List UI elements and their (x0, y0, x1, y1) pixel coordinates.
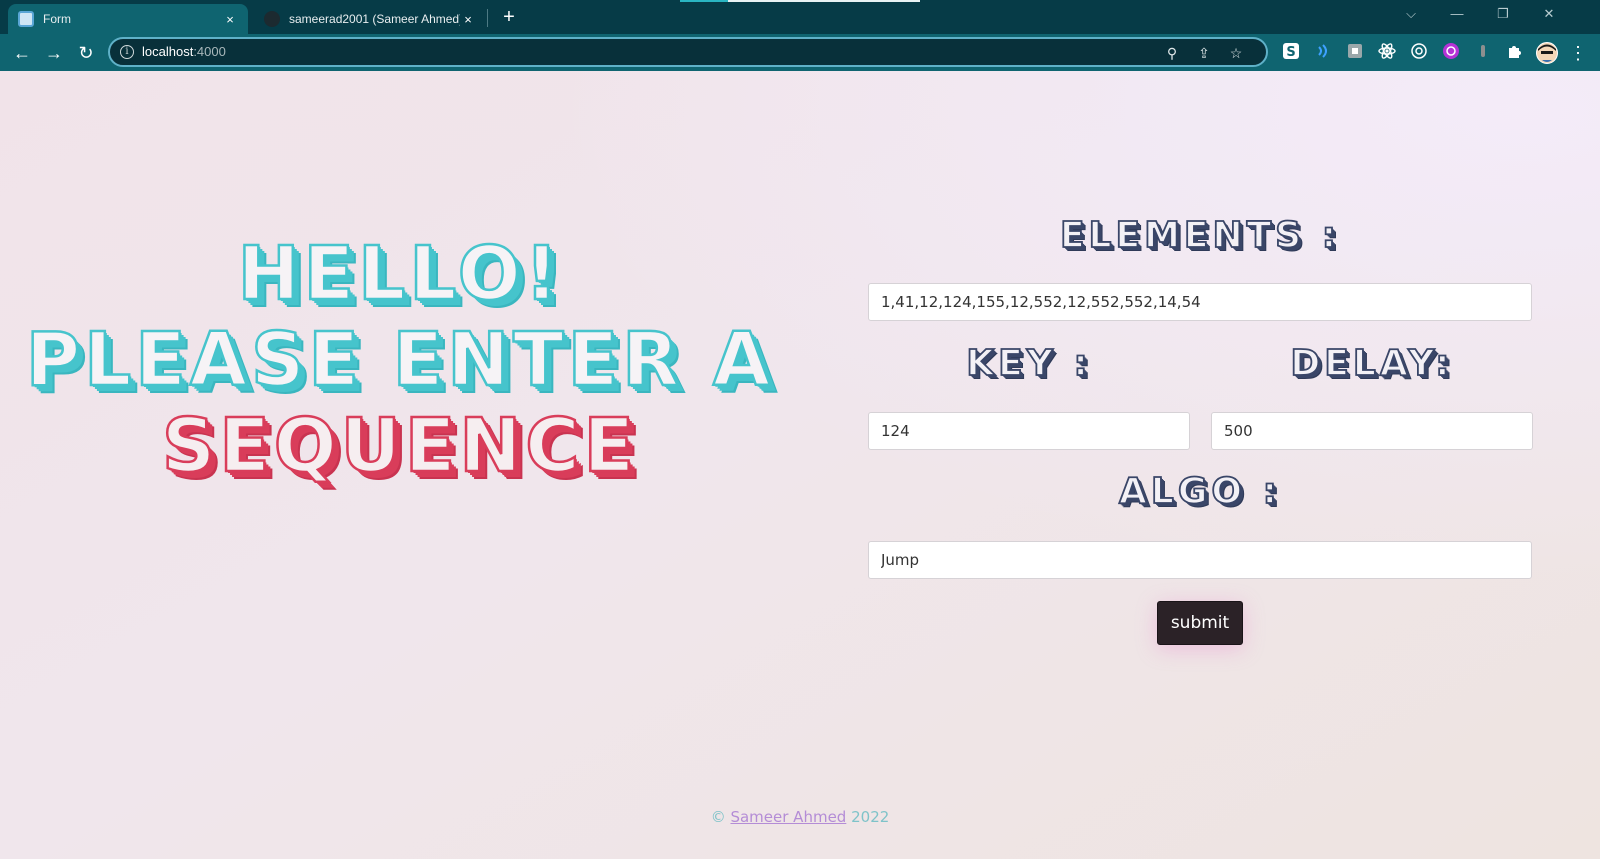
square-extension-icon[interactable] (1344, 42, 1366, 64)
copyright-symbol: © (710, 808, 726, 826)
elements-label: ELEMENTS : (1059, 214, 1341, 257)
audio-extension-icon[interactable] (1312, 42, 1334, 64)
hero-line-hello: HELLO! (236, 230, 563, 319)
purple-extension-icon[interactable] (1440, 42, 1462, 64)
loading-indicator (680, 0, 920, 2)
hero-line-please-enter: PLEASE ENTER A (25, 316, 775, 405)
browser-toolbar: ← → ↻ i localhost:4000 ⚲ ⇪ ☆ S ⋮ (0, 34, 1600, 71)
tab-search-icon[interactable]: ⌵ (1388, 0, 1434, 30)
share-icon[interactable]: ⇪ (1194, 43, 1214, 63)
tab-form[interactable]: Form × (8, 4, 248, 34)
back-button[interactable]: ← (8, 39, 36, 67)
zoom-icon[interactable]: ⚲ (1162, 43, 1182, 63)
extensions-puzzle-icon[interactable] (1504, 42, 1526, 64)
react-devtools-icon[interactable] (1376, 42, 1398, 64)
s-extension-icon[interactable]: S (1280, 42, 1302, 64)
key-input[interactable] (868, 412, 1190, 450)
minimize-button[interactable]: — (1434, 0, 1480, 30)
submit-button[interactable]: submit (1157, 601, 1243, 645)
browser-menu-icon[interactable]: ⋮ (1564, 39, 1592, 67)
delay-label: DELAY: (1290, 342, 1454, 385)
hero-line-sequence: SEQUENCE (161, 402, 639, 491)
author-link[interactable]: Sameer Ahmed (730, 808, 846, 826)
reload-button[interactable]: ↻ (72, 39, 100, 67)
key-label: KEY : (965, 342, 1092, 385)
page-favicon-icon (18, 11, 34, 27)
new-tab-button[interactable]: + (498, 4, 520, 30)
footer-year: 2022 (851, 808, 890, 826)
tab-divider (487, 9, 488, 27)
profile-avatar[interactable] (1536, 42, 1558, 64)
github-favicon-icon (264, 11, 280, 27)
target-extension-icon[interactable] (1408, 42, 1430, 64)
bookmark-star-icon[interactable]: ☆ (1226, 43, 1246, 63)
svg-text:S: S (1286, 45, 1295, 60)
footer: © Sameer Ahmed 2022 (0, 808, 1600, 826)
restore-button[interactable]: ❐ (1480, 0, 1526, 30)
close-tab-icon[interactable]: × (460, 12, 476, 27)
algo-label: ALGO : (1118, 470, 1281, 513)
delay-input[interactable] (1211, 412, 1533, 450)
close-window-button[interactable]: ✕ (1526, 0, 1572, 30)
algo-input[interactable] (868, 541, 1532, 579)
close-tab-icon[interactable]: × (222, 12, 238, 27)
browser-tab-strip: Form × sameerad2001 (Sameer Ahmed) × + ⌵… (0, 0, 1600, 34)
tab-title: Form (43, 12, 71, 26)
tab-github[interactable]: sameerad2001 (Sameer Ahmed) × (254, 4, 486, 34)
site-info-icon[interactable]: i (120, 45, 134, 59)
elements-input[interactable] (868, 283, 1532, 321)
tab-title: sameerad2001 (Sameer Ahmed) (289, 12, 460, 26)
url-text[interactable]: localhost:4000 (142, 44, 226, 59)
page-body: HELLO! PLEASE ENTER A SEQUENCE ELEMENTS … (0, 71, 1600, 859)
address-bar[interactable]: i localhost:4000 ⚲ ⇪ ☆ (108, 37, 1268, 67)
dropper-extension-icon[interactable] (1472, 42, 1494, 64)
forward-button[interactable]: → (40, 39, 68, 67)
hero-heading: HELLO! PLEASE ENTER A SEQUENCE (20, 230, 780, 491)
